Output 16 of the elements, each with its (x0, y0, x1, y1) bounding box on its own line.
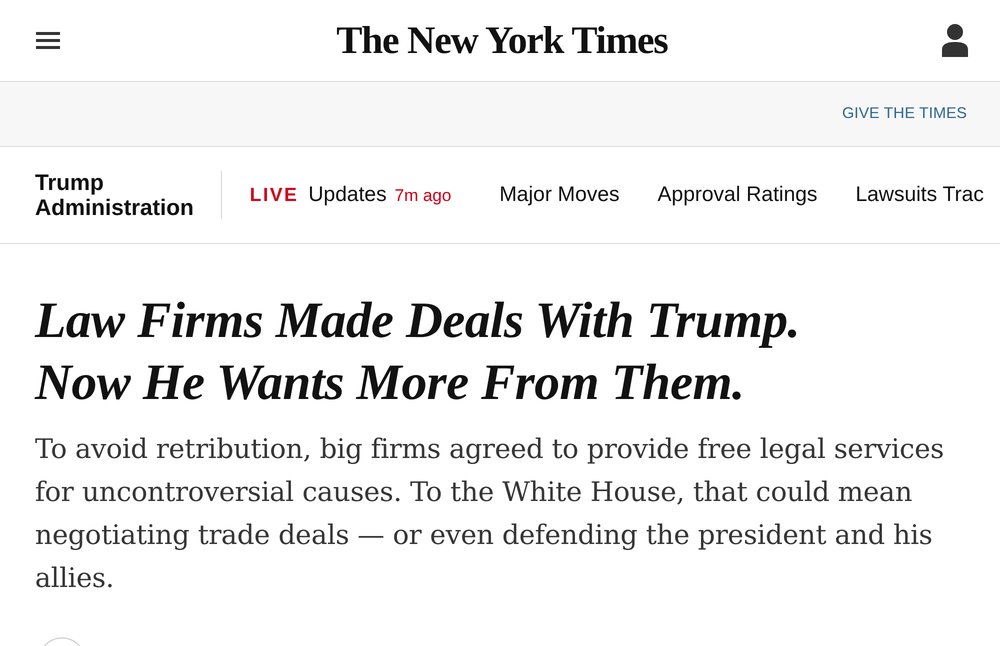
live-updates-link[interactable]: LIVE Updates 7m ago (250, 183, 452, 207)
nav-link[interactable]: Approval Ratings (658, 183, 818, 207)
person-icon (942, 24, 968, 57)
menu-icon (36, 32, 60, 49)
give-link[interactable]: GIVE THE TIMES (842, 105, 967, 123)
menu-button[interactable] (36, 32, 60, 49)
headline: Law Firms Made Deals With Trump. Now He Wants More From Them. (35, 292, 801, 413)
section-title-link[interactable]: Trump Administration (35, 170, 194, 220)
timestamp: 7m ago (394, 186, 452, 206)
summary-text: To avoid retribution, big firms agreed to provide free legal services for uncontroversial causes. To the White House, that could mean negotiating trade deals — or even defending the president and his allies. (35, 433, 945, 596)
nav-link[interactable]: Major Moves (499, 183, 620, 207)
nav-link[interactable]: Lawsuits Trac (855, 183, 984, 207)
account-button[interactable] (942, 24, 968, 57)
masthead-logo: The New York Times (336, 21, 668, 60)
updates-label: Updates (308, 183, 387, 207)
live-label: LIVE (250, 185, 298, 207)
